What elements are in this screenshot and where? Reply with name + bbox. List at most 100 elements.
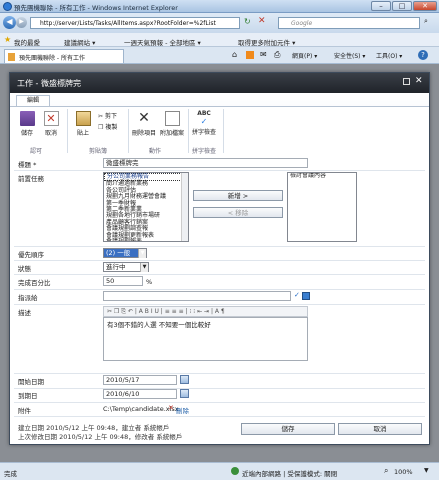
paste-button[interactable]: 貼上: [72, 111, 94, 137]
assigned-to-input[interactable]: [103, 291, 291, 301]
cancel-form-button[interactable]: 取消: [338, 423, 422, 435]
row-divider: [14, 246, 425, 247]
predecessors-selected-list[interactable]: 檢討會議內容: [287, 172, 357, 242]
tab-current[interactable]: 預先團機聯除 - 所有工作: [4, 49, 124, 63]
menu-tools[interactable]: 工具(O) ▾: [376, 51, 402, 60]
paste-icon: [75, 111, 91, 126]
chevron-down-icon: ▼: [138, 249, 146, 258]
delete-attachment-link[interactable]: 刪除: [176, 405, 189, 415]
due-date-input[interactable]: 2010/6/10: [103, 389, 177, 399]
attachments-label: 附件: [18, 407, 31, 415]
group-commit: 認可: [30, 148, 43, 155]
ribbon-separator: [223, 109, 224, 153]
tab-bar: 預先團機聯除 - 所有工作 ⌂ ✉ ⎙ 網頁(P) ▾ 安全性(S) ▾ 工具(…: [0, 47, 439, 64]
predecessor-option[interactable]: 會議規劃報表: [104, 238, 188, 241]
search-input[interactable]: Google: [278, 17, 420, 29]
close-window-button[interactable]: ✕: [413, 1, 437, 11]
address-bar: ◀ ▶ http://server/Lists/Tasks/AllItems.a…: [0, 13, 439, 33]
security-zone[interactable]: 近端內部網路 | 受保護模式: 關閉: [242, 468, 337, 478]
percent-unit: %: [146, 278, 153, 286]
modified-info: 上次修改日期 2010/5/12 上午 09:48，修改者 系統帳戶: [18, 433, 183, 441]
chevron-down-icon: ▼: [140, 263, 148, 272]
format-toolbar-icons[interactable]: ✂ ❐ ⎘ ↶ | A B I U | ≡ ≡ ≡ | ⁝ ⁝ ⇤ ⇥ | A …: [107, 308, 225, 315]
status-bar: 完成 近端內部網路 | 受保護模式: 關閉 ⌕ 100% ▼: [0, 462, 439, 480]
priority-label: 優先順序: [18, 251, 44, 259]
copy-icon: ❐: [98, 124, 104, 131]
dialog-title: 工作 - 微盛標牌完: [17, 79, 81, 88]
globe-icon: [231, 467, 239, 475]
delete-item-button[interactable]: ✕ 刪除項目: [131, 111, 157, 138]
row-divider: [14, 388, 425, 389]
edit-task-dialog: 工作 - 微盛標牌完 ✕ 編輯 儲存 ✕ 取消 貼上 ✂ 剪下 ❐ 複製 ✕ 刪…: [9, 72, 430, 445]
chevron-down-icon[interactable]: ▼: [424, 467, 429, 474]
save-button[interactable]: 儲存: [16, 111, 38, 137]
ribbon-tab-edit[interactable]: 編輯: [16, 95, 50, 106]
calendar-icon[interactable]: [180, 389, 189, 398]
description-editor[interactable]: 有3個不錯的人選 不知要一個比較好: [103, 317, 308, 361]
zoom-level[interactable]: 100%: [394, 468, 413, 476]
stop-icon[interactable]: ✕: [258, 16, 266, 26]
status-label: 狀態: [18, 265, 31, 273]
row-divider: [14, 274, 425, 275]
cancel-ribbon-button[interactable]: ✕ 取消: [40, 111, 62, 137]
group-actions: 動作: [149, 148, 162, 155]
status-select[interactable]: 進行中 ▼: [103, 262, 149, 272]
cut-button[interactable]: ✂ 剪下: [98, 111, 117, 120]
fav-item-addons[interactable]: 取得更多附加元件 ▾: [238, 37, 295, 47]
dialog-header: 工作 - 微盛標牌完 ✕: [10, 73, 429, 93]
favorites-label[interactable]: 我的最愛: [14, 37, 40, 47]
dialog-maximize-icon[interactable]: [403, 78, 410, 85]
calendar-icon[interactable]: [180, 375, 189, 384]
form-body: 標題 * 微盛標牌完 前置任務 分公司業務報告 簡介通過新業務 各公司評估 規劃九月財…: [10, 155, 429, 445]
description-label: 描述: [18, 309, 31, 317]
list-scrollbar[interactable]: [181, 173, 188, 241]
feeds-icon[interactable]: [246, 51, 254, 59]
cancel-icon: ✕: [43, 111, 59, 126]
home-icon[interactable]: ⌂: [232, 50, 237, 59]
assigned-to-label: 指派給: [18, 294, 38, 302]
window-title: 預先團機聯除 - 所有工作 - Windows Internet Explore…: [14, 4, 178, 12]
address-book-icon[interactable]: [302, 292, 310, 300]
refresh-icon[interactable]: ↻: [244, 17, 251, 26]
spelling-button[interactable]: ABC ✓ 拼字檢查: [190, 110, 218, 136]
mail-icon[interactable]: ✉: [260, 50, 267, 59]
window-titlebar: 預先團機聯除 - 所有工作 - Windows Internet Explore…: [0, 0, 439, 13]
ribbon-separator: [128, 109, 129, 153]
predecessors-label: 前置任務: [18, 175, 44, 183]
menu-safety[interactable]: 安全性(S) ▾: [334, 51, 365, 60]
search-icon[interactable]: ⌕: [424, 17, 428, 26]
title-input[interactable]: 微盛標牌完: [103, 158, 308, 168]
forward-icon[interactable]: ▶: [16, 17, 27, 28]
start-date-label: 開始日期: [18, 378, 44, 386]
attach-file-button[interactable]: 附加檔案: [159, 111, 185, 137]
start-date-input[interactable]: 2010/5/17: [103, 375, 177, 385]
menu-page[interactable]: 網頁(P) ▾: [292, 51, 317, 60]
help-icon[interactable]: ?: [418, 50, 428, 60]
cut-icon: ✂: [98, 113, 104, 120]
minimize-button[interactable]: –: [371, 1, 391, 11]
url-input[interactable]: http://server/Lists/Tasks/AllItems.aspx?…: [30, 17, 240, 29]
maximize-button[interactable]: □: [392, 1, 412, 11]
percent-complete-label: 完成百分比: [18, 279, 51, 287]
fav-item-suggested[interactable]: 建議網站 ▾: [64, 37, 95, 47]
ribbon: 編輯 儲存 ✕ 取消 貼上 ✂ 剪下 ❐ 複製 ✕ 刪除項目 附加檔案 ABC …: [10, 93, 429, 155]
ribbon-separator: [188, 109, 189, 153]
status-text: 完成: [4, 470, 17, 478]
predecessors-available-list[interactable]: 分公司業務報告 簡介通過新業務 各公司評估 規劃九月財務運營會議 第一季財報 第二季新業業…: [103, 172, 189, 242]
check-names-icon[interactable]: ✓: [294, 291, 300, 299]
add-predecessor-button[interactable]: 新增 >: [193, 190, 283, 201]
percent-complete-input[interactable]: 50: [103, 276, 143, 286]
fav-item-weather[interactable]: 一週天氣預報 - 全部地區 ▾: [124, 37, 201, 47]
print-icon[interactable]: ⎙: [274, 50, 280, 60]
delete-attachment-icon[interactable]: ✕: [168, 404, 174, 412]
row-divider: [14, 289, 425, 290]
copy-button[interactable]: ❐ 複製: [98, 122, 117, 131]
back-icon[interactable]: ◀: [3, 16, 16, 29]
priority-select[interactable]: (2) 一般 ▼: [103, 248, 147, 258]
dialog-close-icon[interactable]: ✕: [415, 76, 423, 86]
save-form-button[interactable]: 儲存: [241, 423, 335, 435]
remove-predecessor-button[interactable]: < 移除: [193, 207, 283, 218]
save-icon: [19, 111, 35, 126]
favorites-star-icon[interactable]: ★: [4, 35, 11, 44]
selected-predecessor-option[interactable]: 檢討會議內容: [288, 173, 356, 179]
